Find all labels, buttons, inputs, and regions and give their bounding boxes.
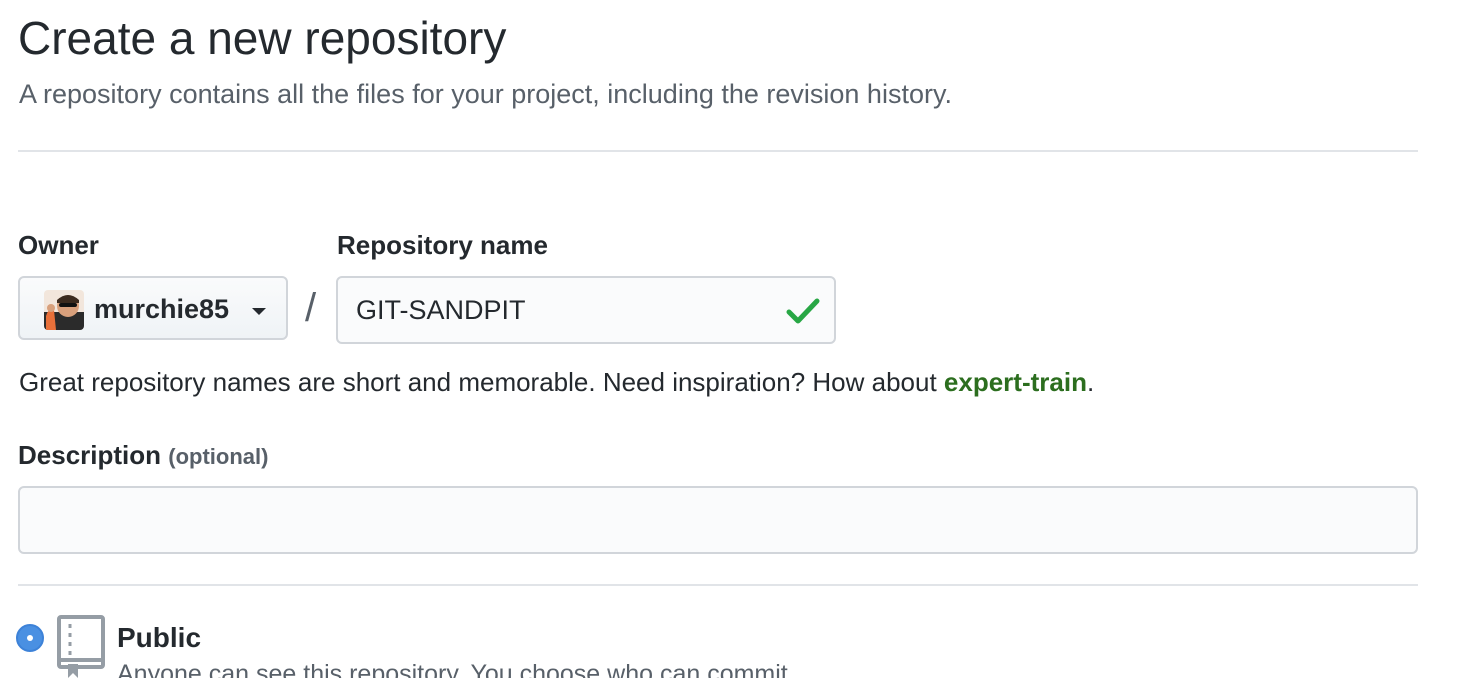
repository-name-input[interactable] [338, 278, 834, 342]
description-label: Description (optional) [18, 438, 268, 474]
public-option-label: Public [117, 622, 202, 653]
owner-label: Owner [18, 230, 99, 260]
create-repository-page: Create a new repository A repository con… [0, 0, 1466, 678]
description-label-text: Description [18, 440, 162, 470]
user-avatar [44, 290, 84, 330]
description-input[interactable] [18, 486, 1418, 554]
suggested-name-link[interactable]: expert-train [944, 367, 1087, 397]
header-divider [18, 150, 1418, 152]
page-title: Create a new repository [18, 12, 507, 64]
name-hint: Great repository names are short and mem… [19, 365, 1094, 399]
name-hint-suffix: . [1086, 367, 1095, 397]
public-radio[interactable] [16, 624, 44, 652]
owner-select-button[interactable]: murchie85 [18, 276, 288, 340]
optional-tag: (optional) [168, 444, 269, 469]
page-subtitle: A repository contains all the files for … [19, 79, 952, 109]
public-option-description: Anyone can see this repository. You choo… [117, 660, 795, 678]
owner-name: murchie85 [94, 294, 230, 324]
visibility-divider [18, 584, 1418, 586]
repository-name-field [336, 276, 836, 344]
caret-down-icon [252, 308, 266, 315]
owner-repo-separator: / [305, 286, 317, 330]
repository-name-label: Repository name [337, 230, 548, 260]
repo-icon [57, 615, 105, 678]
check-icon [786, 298, 820, 324]
radio-selected-dot [27, 635, 33, 641]
name-hint-text: Great repository names are short and mem… [19, 367, 944, 397]
